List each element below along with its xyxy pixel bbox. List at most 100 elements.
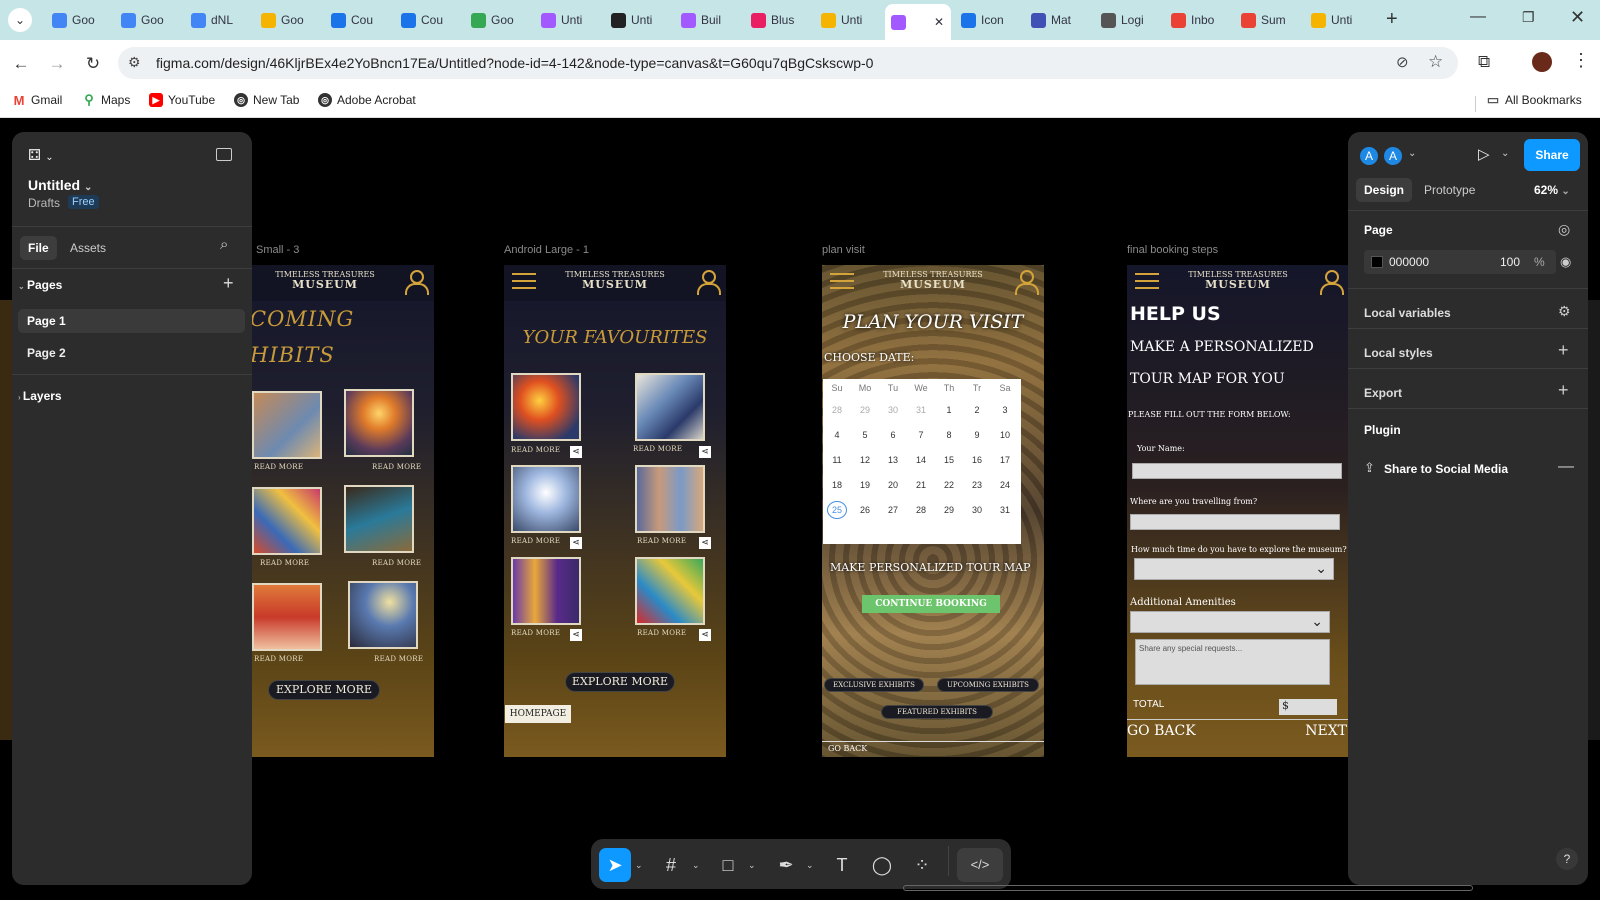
- read-more-link[interactable]: READ MORE: [372, 463, 421, 471]
- calendar-day[interactable]: 27: [879, 505, 907, 515]
- fill-opacity[interactable]: 100: [1500, 255, 1520, 269]
- calendar-day[interactable]: 13: [879, 455, 907, 465]
- frame-plan-visit[interactable]: TIMELESS TREASURES MUSEUM PLAN YOUR VISIT…: [822, 265, 1044, 757]
- artwork-thumbnail[interactable]: [252, 487, 322, 555]
- chevron-down-icon[interactable]: ⌄: [635, 860, 643, 871]
- calendar-day[interactable]: 11: [823, 455, 851, 465]
- calendar-day[interactable]: 10: [991, 430, 1019, 440]
- pen-tool-icon[interactable]: ✒: [773, 852, 799, 878]
- local-styles-label[interactable]: Local styles: [1364, 346, 1433, 360]
- frame-label[interactable]: final booking steps: [1127, 244, 1218, 256]
- tab-prototype[interactable]: Prototype: [1424, 178, 1475, 202]
- hide-icon[interactable]: ◎: [1558, 221, 1570, 238]
- artwork-thumbnail[interactable]: [252, 391, 322, 459]
- browser-tab[interactable]: Logi: [1095, 6, 1159, 34]
- calendar-day[interactable]: 2: [963, 405, 991, 415]
- calendar-day[interactable]: 16: [963, 455, 991, 465]
- calendar-day[interactable]: 14: [907, 455, 935, 465]
- artwork-thumbnail[interactable]: [635, 465, 705, 533]
- rectangle-tool-icon[interactable]: □: [715, 852, 741, 878]
- variables-settings-icon[interactable]: ⚙: [1558, 303, 1571, 320]
- read-more-link[interactable]: READ MORE: [254, 463, 303, 471]
- chevron-down-icon[interactable]: ⌄: [1408, 148, 1416, 159]
- site-info-icon[interactable]: ⚙: [128, 54, 141, 71]
- move-tool-icon[interactable]: ➤: [599, 848, 631, 882]
- bookmark-maps[interactable]: ⚲ Maps: [82, 92, 130, 107]
- add-export-icon[interactable]: +: [1558, 380, 1569, 401]
- date-calendar[interactable]: Su Mo Tu We Th Tr Sa 28 29 30 31 1 2 3 4 5 6 7 8 9 10 11 12 13 1…: [823, 379, 1021, 544]
- calendar-day[interactable]: 29: [851, 405, 879, 415]
- close-tab-icon[interactable]: ✕: [934, 15, 944, 29]
- chevron-down-icon[interactable]: ⌄: [1501, 148, 1509, 159]
- read-more-link[interactable]: READ MORE: [511, 446, 560, 454]
- eye-icon[interactable]: ◉: [1560, 254, 1571, 270]
- calendar-day[interactable]: 17: [991, 455, 1019, 465]
- chevron-down-icon[interactable]: ⌄: [806, 860, 814, 871]
- browser-tab[interactable]: Goo: [46, 6, 110, 34]
- frame-label[interactable]: Small - 3: [256, 244, 299, 256]
- browser-tab[interactable]: Goo: [465, 6, 529, 34]
- calendar-day[interactable]: 5: [851, 430, 879, 440]
- read-more-link[interactable]: READ MORE: [511, 537, 560, 545]
- next-link[interactable]: NEXT: [1305, 723, 1347, 739]
- collaborator-avatar[interactable]: A: [1358, 145, 1380, 167]
- page-fill-field[interactable]: 000000 100 %: [1364, 250, 1556, 274]
- artwork-thumbnail[interactable]: [252, 583, 322, 651]
- browser-tab[interactable]: Goo: [255, 6, 319, 34]
- minimize-button[interactable]: —: [1470, 8, 1486, 26]
- frame-label[interactable]: Android Large - 1: [504, 244, 589, 256]
- drafts-label[interactable]: Drafts: [28, 196, 60, 210]
- share-social-plugin[interactable]: Share to Social Media: [1384, 462, 1508, 476]
- calendar-day[interactable]: 21: [907, 480, 935, 490]
- share-icon[interactable]: ⋖: [699, 446, 711, 458]
- share-icon[interactable]: ⋖: [699, 537, 711, 549]
- tab-assets[interactable]: Assets: [70, 236, 106, 260]
- browser-tab[interactable]: Cou: [325, 6, 389, 34]
- explore-more-button[interactable]: EXPLORE MORE: [566, 673, 674, 691]
- read-more-link[interactable]: READ MORE: [374, 655, 423, 663]
- share-icon[interactable]: ⋖: [570, 629, 582, 641]
- calendar-day[interactable]: 9: [963, 430, 991, 440]
- page-item-page-2[interactable]: Page 2: [27, 346, 66, 360]
- calendar-day[interactable]: 15: [935, 455, 963, 465]
- browser-tab[interactable]: Inbo: [1165, 6, 1229, 34]
- read-more-link[interactable]: READ MORE: [372, 559, 421, 567]
- name-input[interactable]: [1132, 463, 1342, 479]
- search-icon[interactable]: ⌕: [220, 236, 228, 253]
- calendar-day[interactable]: 31: [907, 405, 935, 415]
- browser-tab[interactable]: Cou: [395, 6, 459, 34]
- calendar-day[interactable]: 30: [879, 405, 907, 415]
- browser-tab[interactable]: Unti: [605, 6, 669, 34]
- artwork-thumbnail[interactable]: [635, 373, 705, 441]
- present-play-icon[interactable]: ▷: [1478, 145, 1490, 163]
- featured-exhibits-button[interactable]: FEATURED EXHIBITS: [882, 706, 992, 718]
- back-icon[interactable]: ←: [10, 53, 32, 75]
- bookmark-youtube[interactable]: ▶ YouTube: [149, 93, 215, 107]
- tab-design[interactable]: Design: [1356, 178, 1413, 202]
- artwork-thumbnail[interactable]: [344, 485, 414, 553]
- user-avatar[interactable]: A: [1382, 145, 1404, 167]
- extensions-icon[interactable]: ⧉: [1478, 52, 1490, 72]
- bookmark-new-tab[interactable]: ◎ New Tab: [234, 93, 299, 107]
- calendar-day[interactable]: 4: [823, 430, 851, 440]
- time-select[interactable]: ⌄: [1134, 558, 1334, 580]
- actions-tool-icon[interactable]: ⁘: [909, 852, 935, 878]
- share-button[interactable]: Share: [1524, 139, 1580, 171]
- calendar-day[interactable]: 20: [879, 480, 907, 490]
- browser-tab[interactable]: Blus: [745, 6, 809, 34]
- dev-mode-toggle-icon[interactable]: </>: [957, 848, 1003, 882]
- forward-icon[interactable]: →: [46, 53, 68, 75]
- artwork-thumbnail[interactable]: [511, 373, 581, 441]
- fill-hex[interactable]: 000000: [1389, 255, 1429, 269]
- layers-section-header[interactable]: › Layers: [18, 389, 62, 403]
- upcoming-exhibits-button[interactable]: UPCOMING EXHIBITS: [938, 679, 1038, 691]
- calendar-day[interactable]: 30: [963, 505, 991, 515]
- install-app-icon[interactable]: ⊘: [1396, 53, 1409, 71]
- url-field[interactable]: ⚙ figma.com/design/46KljrBEx4e2YoBncn17E…: [118, 47, 1458, 79]
- bookmark-adobe-acrobat[interactable]: ◎ Adobe Acrobat: [318, 93, 416, 107]
- all-bookmarks[interactable]: ▭ All Bookmarks: [1486, 92, 1582, 107]
- profile-avatar[interactable]: [1532, 52, 1552, 72]
- maximize-button[interactable]: ❐: [1522, 9, 1535, 26]
- calendar-day[interactable]: 23: [963, 480, 991, 490]
- remove-plugin-icon[interactable]: —: [1558, 458, 1574, 476]
